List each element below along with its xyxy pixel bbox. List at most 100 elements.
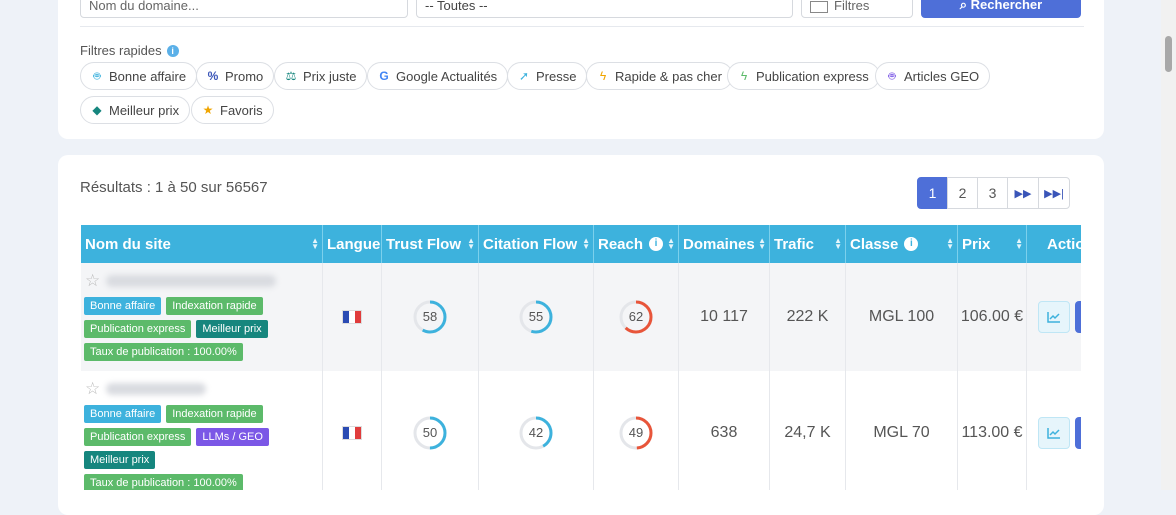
quick-filter-articles-geo[interactable]: 🤖︎ Articles GEO <box>875 62 991 90</box>
language-cell <box>323 371 382 490</box>
chip-label: Promo <box>225 68 264 84</box>
chip-label: Rapide & pas cher <box>615 68 722 84</box>
table-header: Nom du site ▲ ▼ Langue Trust Flow ▲ ▼ Citati… <box>81 225 1081 263</box>
tag-list: Bonne affaire Indexation rapide Publicat… <box>84 405 314 490</box>
citation-flow-gauge: 42 <box>518 415 554 451</box>
col-label: Citation Flow <box>483 235 578 253</box>
col-domaines[interactable]: Domaines ▲ ▼ <box>679 225 770 263</box>
tag: Bonne affaire <box>84 297 162 315</box>
col-trust-flow[interactable]: Trust Flow ▲ ▼ <box>382 225 479 263</box>
citation-flow-cell: 42 <box>479 371 594 490</box>
search-button-label: Rechercher <box>970 0 1043 12</box>
quick-filter-publication-express[interactable]: ϟ Publication express <box>727 62 880 90</box>
domaines-cell: 638 <box>679 371 770 490</box>
chip-label: Bonne affaire <box>109 68 187 84</box>
sort-icon: ▲ ▼ <box>311 236 319 251</box>
stats-chart-button[interactable] <box>1038 417 1070 449</box>
col-label: Reach <box>598 235 644 253</box>
table-row: ☆ Bonne affaire Indexation rapide Public… <box>81 263 1081 372</box>
site-name-blurred[interactable] <box>106 383 207 395</box>
chip-label: Prix juste <box>303 68 357 84</box>
tag: Publication express <box>84 428 192 446</box>
next-page-icon[interactable]: ▶▶ <box>1007 177 1039 209</box>
chip-label: Favoris <box>220 102 263 118</box>
rocket-icon: ➚ <box>518 69 530 83</box>
trust-flow-gauge: 50 <box>412 415 448 451</box>
language-select[interactable]: -- Toutes -- <box>416 0 793 18</box>
info-icon[interactable]: i <box>904 237 919 251</box>
reach-cell: 49 <box>594 371 679 490</box>
stats-chart-button[interactable] <box>1038 301 1070 333</box>
sort-icon: ▲ ▼ <box>834 236 842 251</box>
favorite-star-icon[interactable]: ☆ <box>85 380 100 398</box>
chip-label: Publication express <box>756 68 869 84</box>
prix-cell: 106.00 € <box>958 263 1027 371</box>
quick-filter-rapide-pas-cher[interactable]: ϟ Rapide & pas cher <box>586 62 733 90</box>
tag: Indexation rapide <box>166 405 263 423</box>
bolt-icon: ϟ <box>599 69 607 83</box>
col-label: Nom du site <box>85 235 171 253</box>
quick-filter-favoris[interactable]: ★ Favoris <box>191 96 274 124</box>
divider <box>80 26 1084 27</box>
search-button[interactable]: ⌕ Rechercher <box>921 0 1081 18</box>
chart-line-icon <box>1047 428 1060 439</box>
language-cell <box>323 263 382 371</box>
chip-label: Meilleur prix <box>109 102 180 118</box>
page-2-button[interactable]: 2 <box>947 177 978 209</box>
info-icon[interactable]: i <box>649 237 664 251</box>
gauge-value: 55 <box>528 309 544 324</box>
quick-filter-presse[interactable]: ➚ Presse <box>507 62 588 90</box>
sort-icon: ▲ ▼ <box>1015 236 1023 251</box>
actions-cell <box>1027 263 1081 371</box>
tag: Taux de publication : 100.00% <box>84 343 243 361</box>
page-1-button[interactable]: 1 <box>917 177 948 209</box>
col-trafic[interactable]: Trafic ▲ ▼ <box>770 225 846 263</box>
info-icon[interactable]: i <box>166 44 179 57</box>
tag: Meilleur prix <box>196 320 268 338</box>
col-classe[interactable]: Classe i ▲ ▼ <box>846 225 958 263</box>
actions-cell <box>1027 371 1081 490</box>
gauge-value: 50 <box>422 425 438 440</box>
tag-icon: ◆ <box>92 103 102 117</box>
col-reach[interactable]: Reach i ▲ ▼ <box>594 225 679 263</box>
page-scrollbar[interactable] <box>1161 0 1176 490</box>
site-name-blurred[interactable] <box>106 275 277 287</box>
quick-filter-google-actualites[interactable]: G Google Actualités <box>367 62 509 90</box>
page-3-button[interactable]: 3 <box>977 177 1008 209</box>
last-page-icon[interactable]: ▶▶| <box>1038 177 1070 209</box>
chip-label: Google Actualités <box>396 68 498 84</box>
site-cell: ☆ Bonne affaire Indexation rapide Public… <box>81 371 323 490</box>
results-summary: Résultats : 1 à 50 sur 56567 <box>80 179 268 196</box>
domain-search-input[interactable]: Nom du domaine... <box>80 0 408 18</box>
pagination: 1 2 3 ▶▶ ▶▶| <box>917 177 1070 209</box>
tag: LLMs / GEO <box>196 428 269 446</box>
chart-line-icon <box>1047 312 1060 323</box>
quick-filters-title: Filtres rapides i <box>80 43 179 58</box>
tag: Taux de publication : 100.00% <box>84 474 243 490</box>
quick-filter-prix-juste[interactable]: ⚖ Prix juste <box>274 62 368 90</box>
quick-filter-meilleur-prix[interactable]: ◆ Meilleur prix <box>80 96 191 124</box>
col-prix[interactable]: Prix ▲ ▼ <box>958 225 1027 263</box>
sort-icon: ▲ ▼ <box>467 236 475 251</box>
robot-icon: 🤖︎ <box>888 68 896 83</box>
percent-icon: % <box>207 69 219 83</box>
prix-cell: 113.00 € <box>958 371 1027 490</box>
filters-select[interactable]: Filtres <box>801 0 913 18</box>
sort-icon: ▲ ▼ <box>946 236 954 251</box>
col-citation-flow[interactable]: Citation Flow ▲ ▼ <box>479 225 594 263</box>
add-to-cart-button[interactable] <box>1075 301 1081 333</box>
classe-cell: MGL 70 <box>846 371 958 490</box>
trafic-cell: 222 K <box>770 263 846 371</box>
filter-icon <box>810 0 828 13</box>
favorite-star-icon[interactable]: ☆ <box>85 272 100 290</box>
col-label: Domaines <box>683 235 755 253</box>
add-to-cart-button[interactable] <box>1075 417 1081 449</box>
google-icon: G <box>379 69 389 83</box>
scrollbar-thumb[interactable] <box>1165 36 1172 72</box>
quick-filter-promo[interactable]: % Promo <box>196 62 275 90</box>
results-table: Nom du site ▲ ▼ Langue Trust Flow ▲ ▼ Citati… <box>81 225 1081 490</box>
star-icon: ★ <box>202 103 214 117</box>
quick-filter-bonne-affaire[interactable]: 🤖︎ Bonne affaire <box>80 62 198 90</box>
col-nom-du-site[interactable]: Nom du site ▲ ▼ <box>81 225 323 263</box>
reach-cell: 62 <box>594 263 679 371</box>
